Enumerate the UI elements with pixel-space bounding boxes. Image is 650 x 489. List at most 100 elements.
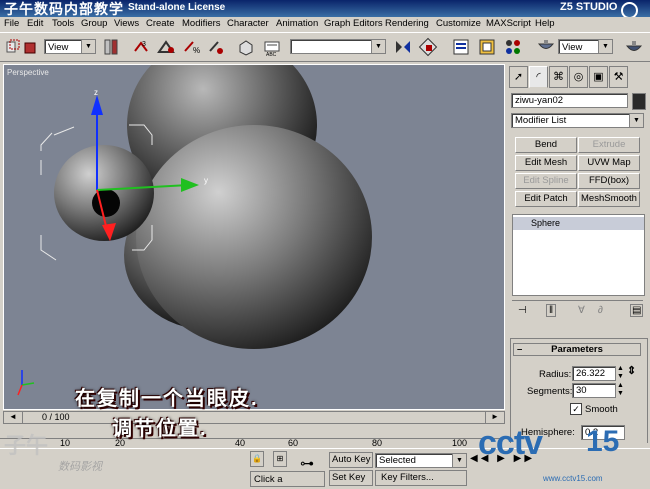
- key-filters-button[interactable]: Key Filters...: [375, 470, 467, 486]
- set-key-button[interactable]: Set Key: [329, 470, 373, 486]
- modifier-edit-mesh-button[interactable]: Edit Mesh: [515, 155, 577, 171]
- menu-animation[interactable]: Animation: [276, 18, 318, 29]
- menu-group[interactable]: Group: [81, 18, 107, 29]
- key-mode-value: Selected: [379, 455, 416, 466]
- chevron-down-icon: ▼: [598, 40, 612, 53]
- menu-tools[interactable]: Tools: [52, 18, 74, 29]
- modifier-list-dropdown[interactable]: Modifier List ▼: [511, 113, 644, 128]
- make-unique-icon[interactable]: ∀: [578, 305, 585, 316]
- stack-item-sphere[interactable]: Sphere: [513, 217, 644, 230]
- prompt-line: Click a: [250, 471, 325, 487]
- spinner-snap-icon[interactable]: [206, 37, 226, 57]
- ziwu-logo-watermark: 子午: [4, 433, 49, 459]
- pin-stack-icon[interactable]: ⊣: [518, 305, 527, 316]
- time-slider-next-icon[interactable]: ►: [485, 412, 504, 423]
- modifier-extrude-button[interactable]: Extrude: [578, 137, 640, 153]
- modifier-meshsmooth-button[interactable]: MeshSmooth: [578, 191, 640, 207]
- radius-cursor-icon: ⇕: [627, 365, 637, 377]
- world-axis-x: [17, 384, 23, 396]
- menu-create[interactable]: Create: [146, 18, 175, 29]
- select-scale-icon[interactable]: [236, 37, 256, 57]
- modifier-uvw-map-button[interactable]: UVW Map: [578, 155, 640, 171]
- unlink-icon[interactable]: [156, 37, 176, 57]
- named-sets-icon[interactable]: ABC: [262, 37, 282, 58]
- menu-rendering[interactable]: Rendering: [385, 18, 429, 29]
- auto-key-button[interactable]: Auto Key: [329, 452, 373, 468]
- render-view-value: View: [562, 42, 583, 53]
- menu-edit[interactable]: Edit: [27, 18, 43, 29]
- gizmo-z-arrow[interactable]: [91, 95, 103, 115]
- schematic-icon[interactable]: [503, 37, 523, 57]
- modifier-ffd-box-button[interactable]: FFD(box): [578, 173, 640, 189]
- chevron-down-icon: ▼: [452, 454, 466, 467]
- modify-tab-icon[interactable]: ◜: [529, 66, 548, 88]
- curve-editor-icon[interactable]: [477, 37, 497, 57]
- chevron-down-icon: ▼: [81, 40, 95, 53]
- svg-text:ABC: ABC: [266, 52, 277, 57]
- link-icon[interactable]: 3: [131, 37, 151, 57]
- main-toolbar: View ▼ 3 % ABC ▼ View ▼: [0, 32, 650, 62]
- segments-spinner[interactable]: ▲ ▼: [617, 382, 624, 398]
- radius-input[interactable]: 26.322: [572, 366, 616, 381]
- mirror-icon[interactable]: [393, 37, 413, 57]
- radius-spinner[interactable]: ▲ ▼: [617, 365, 624, 381]
- utilities-tab-icon[interactable]: ⚒: [609, 66, 628, 88]
- tick-label: 100: [452, 438, 468, 448]
- quick-render-icon[interactable]: [624, 37, 644, 57]
- radius-label: Radius:: [539, 369, 572, 380]
- time-slider[interactable]: ◄ 0 / 100 ►: [3, 411, 505, 424]
- menu-graph-editors[interactable]: Graph Editors: [324, 18, 383, 29]
- track-line: [0, 438, 507, 439]
- smooth-label: Smooth: [585, 404, 618, 415]
- tick-label: 40: [235, 438, 246, 448]
- configure-sets-icon[interactable]: ▤: [630, 304, 644, 317]
- command-panel: ➚ ◜ ⌘ ◎ ▣ ⚒ ziwu-yan02 Modifier List ▼ Be…: [507, 64, 650, 443]
- show-end-result-icon[interactable]: ‖: [546, 304, 557, 317]
- key-mode-dropdown[interactable]: Selected ▼: [375, 453, 467, 468]
- modifier-edit-spline-button[interactable]: Edit Spline: [515, 173, 577, 189]
- create-tab-icon[interactable]: ➚: [509, 66, 528, 88]
- menu-customize[interactable]: Customize: [436, 18, 481, 29]
- modifier-bend-button[interactable]: Bend: [515, 137, 577, 153]
- collapse-icon: –: [517, 344, 523, 355]
- menu-bar: File Edit Tools Group Views Create Modif…: [0, 17, 650, 32]
- menu-views[interactable]: Views: [114, 18, 139, 29]
- segments-input[interactable]: 30: [572, 383, 616, 398]
- remove-modifier-icon[interactable]: ∂: [598, 305, 603, 316]
- menu-maxscript[interactable]: MAXScript: [486, 18, 531, 29]
- chevron-down-icon: ▼: [629, 114, 643, 127]
- time-slider-prev-icon[interactable]: ◄: [4, 412, 23, 423]
- motion-tab-icon[interactable]: ◎: [569, 66, 588, 88]
- select-move-icon[interactable]: [101, 37, 121, 57]
- menu-character[interactable]: Character: [227, 18, 269, 29]
- hierarchy-tab-icon[interactable]: ⌘: [549, 66, 568, 88]
- named-selection-dropdown[interactable]: ▼: [290, 39, 386, 54]
- render-view-dropdown[interactable]: View ▼: [558, 39, 613, 54]
- lock-selection-icon[interactable]: 🔒: [250, 451, 264, 467]
- modifier-edit-patch-button[interactable]: Edit Patch: [515, 191, 577, 207]
- viewport-label[interactable]: Perspective: [7, 68, 49, 77]
- parameters-header[interactable]: – Parameters: [513, 343, 641, 356]
- bind-icon[interactable]: %: [181, 37, 201, 57]
- layer-icon[interactable]: [451, 37, 471, 57]
- align-icon[interactable]: [418, 37, 438, 57]
- perspective-viewport[interactable]: z y Perspective: [3, 64, 505, 410]
- subtitle-line-2: 调节位置.: [112, 418, 208, 440]
- modifier-stack[interactable]: Sphere: [512, 214, 645, 296]
- menu-modifiers[interactable]: Modifiers: [182, 18, 221, 29]
- studio-logo-text: Z5 STUDIO: [560, 1, 618, 13]
- subtitle-line-1: 在复制一个当眼皮.: [75, 388, 259, 410]
- select-object-icon[interactable]: [20, 37, 40, 57]
- track-bar[interactable]: 10 20 40 60 80 100: [0, 424, 507, 448]
- add-time-tag-icon[interactable]: ⊞: [273, 451, 287, 467]
- menu-help[interactable]: Help: [535, 18, 555, 29]
- smooth-checkbox[interactable]: ✓: [570, 403, 582, 415]
- reference-coordinate-dropdown[interactable]: View ▼: [44, 39, 96, 54]
- object-name-field[interactable]: ziwu-yan02: [511, 93, 628, 108]
- tick-label: 60: [288, 438, 299, 448]
- object-color-swatch[interactable]: [632, 93, 646, 110]
- display-tab-icon[interactable]: ▣: [589, 66, 608, 88]
- material-editor-icon[interactable]: [536, 37, 556, 57]
- stack-toolbar: ⊣ ‖ ∀ ∂ ▤: [512, 300, 644, 321]
- menu-file[interactable]: File: [4, 18, 19, 29]
